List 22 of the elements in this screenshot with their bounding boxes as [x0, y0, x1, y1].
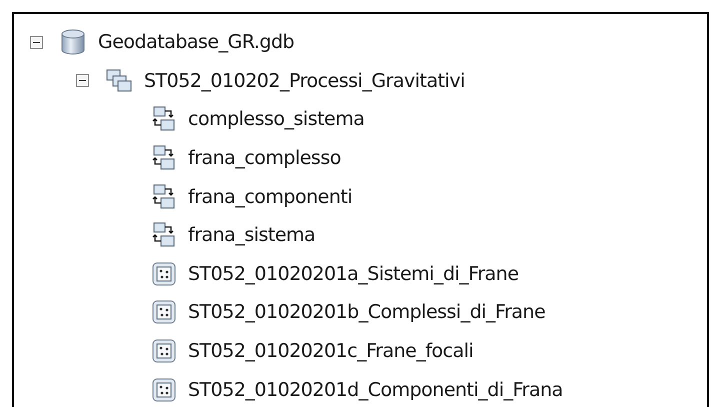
tree-item-label[interactable]: Geodatabase_GR.gdb — [98, 31, 294, 54]
relationship-class-icon — [152, 222, 176, 248]
feature-class-icon — [152, 262, 176, 286]
tree-item-label[interactable]: ST052_01020201c_Frane_focali — [188, 340, 474, 362]
tree-item-label[interactable]: ST052_01020201d_Componenti_di_Frana — [188, 378, 563, 401]
collapse-icon[interactable] — [30, 36, 43, 49]
feature-class-icon — [152, 378, 176, 402]
relationship-class-icon — [152, 145, 176, 172]
database-icon — [60, 29, 86, 56]
tree-item-label[interactable]: ST052_01020201b_Complessi_di_Frane — [188, 301, 546, 324]
relationship-class-icon — [152, 184, 176, 210]
tree-item-label[interactable]: frana_componenti — [188, 186, 352, 208]
feature-class-icon — [152, 339, 176, 364]
tree-item-label[interactable]: complesso_sistema — [188, 108, 364, 130]
collapse-icon[interactable] — [76, 74, 89, 88]
feature-dataset-icon — [106, 68, 132, 93]
relationship-class-icon — [152, 106, 176, 132]
tree-item-label[interactable]: ST052_010202_Processi_Gravitativi — [144, 70, 465, 92]
tree-item-label[interactable]: frana_sistema — [188, 224, 316, 246]
tree-item-label[interactable]: ST052_01020201a_Sistemi_di_Frane — [188, 262, 519, 285]
tree-item-label[interactable]: frana_complesso — [188, 147, 341, 170]
feature-class-icon — [152, 300, 176, 324]
